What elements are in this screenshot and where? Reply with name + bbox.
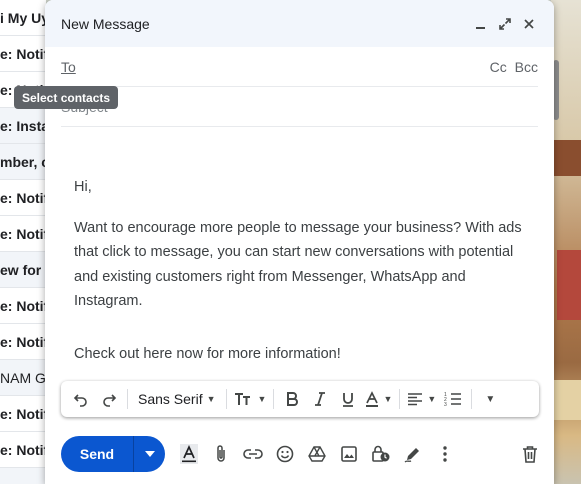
italic-icon[interactable] <box>306 385 334 413</box>
underline-icon[interactable] <box>334 385 362 413</box>
bcc-button[interactable]: Bcc <box>515 59 538 75</box>
signature-icon[interactable] <box>397 438 429 470</box>
text-size-icon[interactable]: ▼ <box>231 385 270 413</box>
list-item[interactable]: i My Uy <box>0 0 46 36</box>
chevron-down-icon: ▼ <box>383 394 393 404</box>
link-icon[interactable] <box>237 438 269 470</box>
list-item[interactable]: e: Notif <box>0 396 46 432</box>
list-item[interactable]: ew for v <box>0 252 46 288</box>
redo-icon[interactable] <box>95 385 123 413</box>
list-item[interactable]: e: Notif <box>0 324 46 360</box>
body-paragraph: Check out here now for more information! <box>74 345 341 362</box>
compose-header[interactable]: New Message <box>45 0 554 47</box>
schedule-send-button[interactable] <box>133 436 165 472</box>
more-formatting-icon[interactable]: ▼ <box>476 385 504 413</box>
list-item[interactable]: e: Notif <box>0 216 46 252</box>
chevron-down-icon: ▼ <box>206 394 216 404</box>
list-item[interactable]: NAM GIA <box>0 360 46 396</box>
cc-button[interactable]: Cc <box>490 59 507 75</box>
formatting-options-icon[interactable] <box>173 438 205 470</box>
background-mail-list: i My Uy e: Notif e: Notif e: Insta mber,… <box>0 0 46 484</box>
discard-icon[interactable] <box>514 438 546 470</box>
chevron-down-icon: ▼ <box>427 394 437 404</box>
send-button[interactable]: Send <box>61 436 133 472</box>
to-field[interactable]: To Cc Bcc <box>61 47 538 87</box>
align-icon[interactable]: ▼ <box>404 385 439 413</box>
background-wallpaper <box>551 0 581 484</box>
numbered-list-icon[interactable]: 123 <box>439 385 467 413</box>
list-item[interactable]: mber, cl <box>0 144 46 180</box>
list-item[interactable]: e: Insta <box>0 108 46 144</box>
send-button-group: Send <box>61 436 165 472</box>
cc-bcc: Cc Bcc <box>486 59 538 75</box>
list-item[interactable]: e: Notif <box>0 180 46 216</box>
text-color-icon[interactable]: ▼ <box>362 385 395 413</box>
subject-input[interactable] <box>61 98 538 115</box>
body-paragraph: Want to encourage more people to message… <box>74 219 522 310</box>
close-icon[interactable] <box>518 13 540 35</box>
to-label[interactable]: To <box>61 59 486 75</box>
compose-window: New Message To Cc Bcc Hi, Want to encour… <box>45 0 554 484</box>
message-body[interactable]: Hi, Want to encourage more people to mes… <box>45 127 554 366</box>
body-greeting: Hi, <box>74 179 92 195</box>
select-contacts-tooltip: Select contacts <box>14 86 119 109</box>
font-select[interactable]: Sans Serif ▼ <box>132 385 222 413</box>
font-select-value: Sans Serif <box>138 391 203 407</box>
attach-icon[interactable] <box>205 438 237 470</box>
drive-icon[interactable] <box>301 438 333 470</box>
emoji-icon[interactable] <box>269 438 301 470</box>
list-item[interactable]: e: Notif <box>0 288 46 324</box>
confidential-icon[interactable] <box>365 438 397 470</box>
svg-text:3: 3 <box>444 402 447 407</box>
fullscreen-icon[interactable] <box>494 13 516 35</box>
undo-icon[interactable] <box>67 385 95 413</box>
bold-icon[interactable] <box>278 385 306 413</box>
photo-icon[interactable] <box>333 438 365 470</box>
formatting-toolbar: Sans Serif ▼ ▼ ▼ ▼ 123 ▼ <box>61 381 539 417</box>
chevron-down-icon: ▼ <box>257 394 267 404</box>
more-options-icon[interactable] <box>429 438 461 470</box>
list-item[interactable]: e: Notif <box>0 432 46 468</box>
minimize-icon[interactable] <box>470 13 492 35</box>
list-item[interactable]: e: Notif <box>0 36 46 72</box>
subject-field[interactable] <box>61 87 538 127</box>
compose-title: New Message <box>61 15 150 32</box>
action-bar: Send <box>61 436 546 472</box>
